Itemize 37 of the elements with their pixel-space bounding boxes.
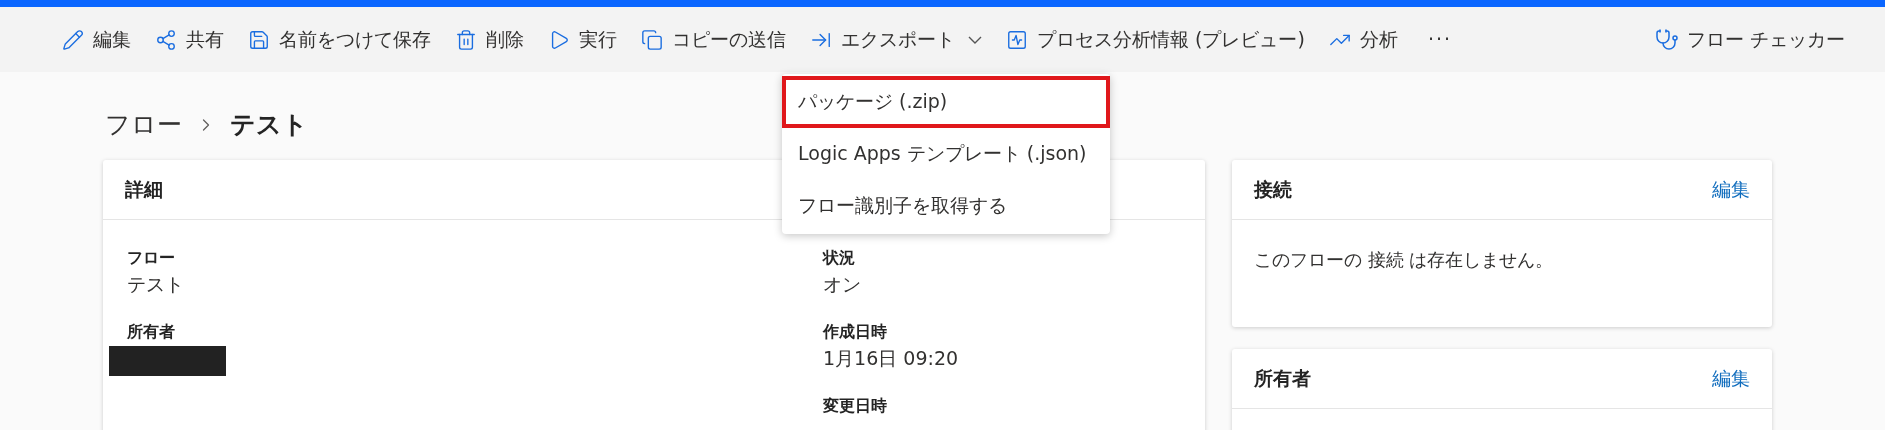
- save-icon: [248, 28, 270, 51]
- edit-link[interactable]: 編集: [1712, 175, 1750, 204]
- pencil-icon: [62, 28, 84, 51]
- menu-item[interactable]: Logic Apps テンプレート (.json): [782, 127, 1110, 180]
- field-label: 所有者: [127, 321, 176, 343]
- toolbar-button[interactable]: 実行: [536, 17, 629, 62]
- card-title: 接続: [1254, 177, 1292, 203]
- field-value: 1月16日 09:20: [823, 346, 959, 371]
- more-button[interactable]: ···: [1409, 25, 1470, 54]
- card-title: 詳細: [125, 177, 163, 203]
- chevron-down-icon: [968, 35, 982, 44]
- field-label: フロー: [127, 247, 176, 269]
- breadcrumb-link[interactable]: フロー: [105, 106, 182, 144]
- toolbar-button[interactable]: 削除: [443, 17, 536, 62]
- stethoscope-icon: [1654, 27, 1679, 52]
- field-label: 変更日時: [823, 395, 888, 417]
- edit-link[interactable]: 編集: [1712, 364, 1750, 393]
- menu-item[interactable]: フロー識別子を取得する: [782, 179, 1110, 232]
- toolbar-button[interactable]: 編集: [50, 17, 143, 62]
- toolbar-button[interactable]: フロー チェッカー: [1654, 17, 1845, 62]
- export-menu-button[interactable]: エクスポート: [798, 17, 994, 62]
- menu-item[interactable]: パッケージ (.zip): [782, 75, 1110, 128]
- page-title: テスト: [230, 109, 308, 142]
- field-label: 作成日時: [823, 321, 888, 343]
- field-value: オン: [823, 272, 862, 297]
- card-title: 所有者: [1254, 366, 1311, 392]
- toolbar-button[interactable]: プロセス分析情報 (プレビュー): [994, 17, 1317, 62]
- field-label: 状況: [823, 247, 856, 269]
- delete-icon: [455, 28, 477, 51]
- share-icon: [155, 28, 177, 51]
- toolbar-button[interactable]: 分析: [1316, 17, 1410, 62]
- toolbar-button[interactable]: 名前をつけて保存: [236, 17, 443, 62]
- toolbar-button[interactable]: コピーの送信: [629, 17, 798, 62]
- field-value: テスト: [127, 272, 185, 297]
- empty-message: このフローの 接続 は存在しません。: [1253, 248, 1555, 272]
- copy-icon: [641, 28, 663, 51]
- toolbar-button[interactable]: 共有: [143, 17, 236, 62]
